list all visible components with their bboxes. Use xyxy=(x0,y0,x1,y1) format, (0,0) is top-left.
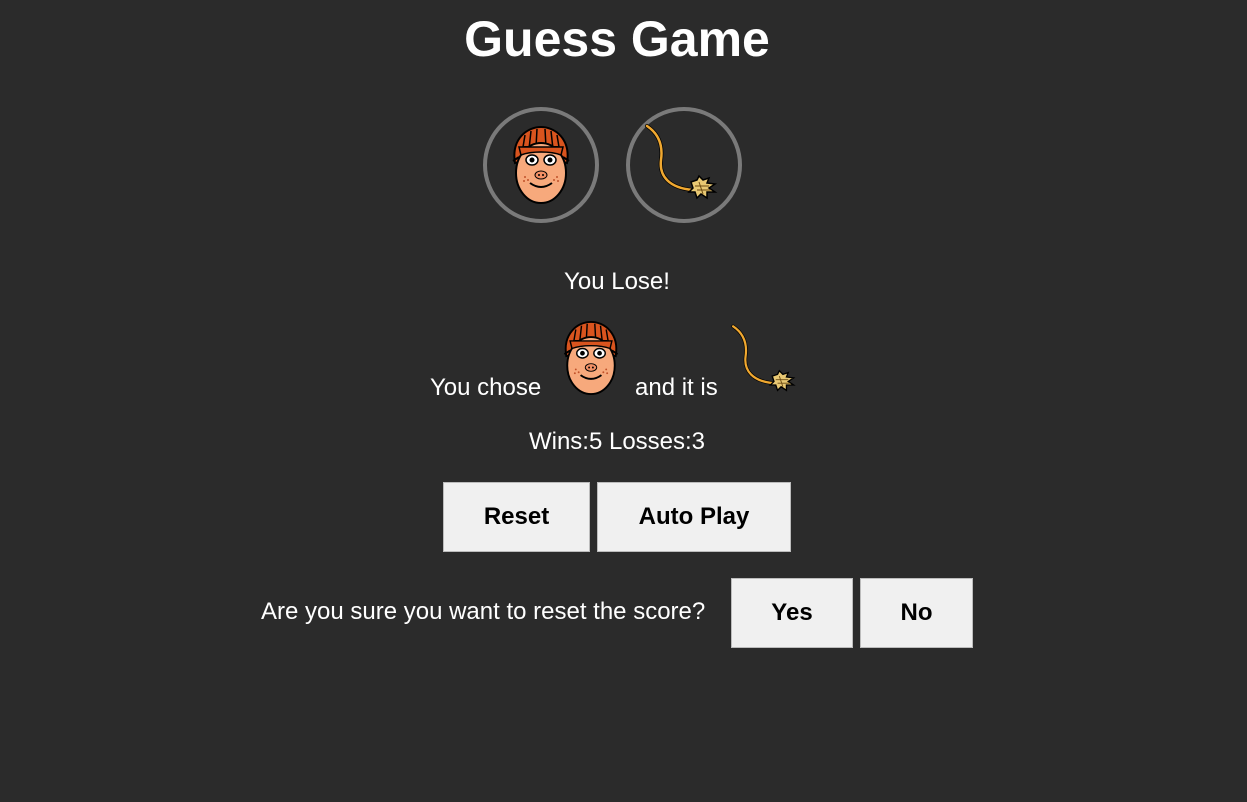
confirm-no-button[interactable]: No xyxy=(860,578,973,648)
and-it-is-label: and it is xyxy=(635,374,718,401)
broom-choice-button[interactable] xyxy=(626,107,742,223)
face-choice-button[interactable] xyxy=(483,107,599,223)
page-title: Guess Game xyxy=(464,11,770,67)
score-display: Wins:5 Losses:3 xyxy=(528,428,706,455)
you-chose-label: You chose xyxy=(430,374,542,401)
reset-button[interactable]: Reset xyxy=(443,482,590,552)
reset-confirm-question: Are you sure you want to reset the score… xyxy=(261,598,706,625)
result-message: You Lose! xyxy=(564,268,670,295)
auto-play-button[interactable]: Auto Play xyxy=(597,482,791,552)
scarecrow-face-icon xyxy=(512,125,570,204)
broom-icon xyxy=(731,324,796,392)
scarecrow-face-icon xyxy=(563,320,619,396)
broom-icon xyxy=(645,124,718,200)
confirm-yes-button[interactable]: Yes xyxy=(731,578,853,648)
